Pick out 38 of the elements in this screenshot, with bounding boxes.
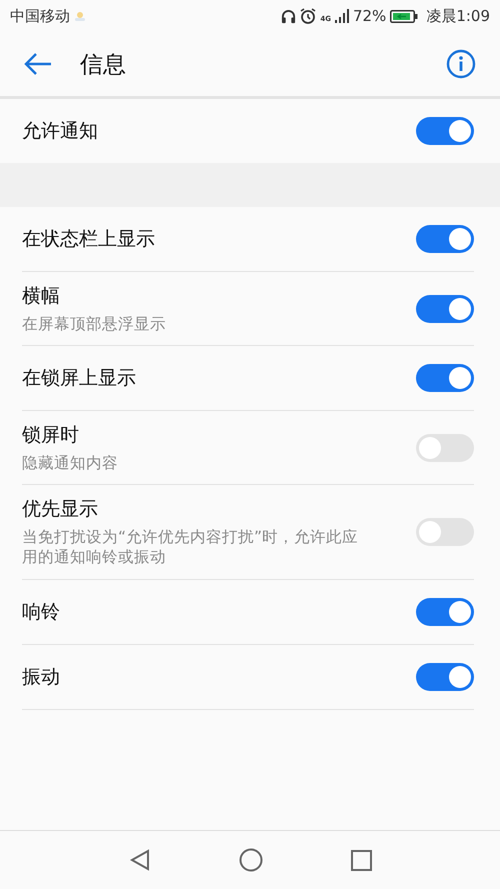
clock-time: 凌晨1:09 [426, 6, 490, 26]
battery-percent: 72% [352, 7, 386, 25]
setting-title: 横幅 [22, 284, 61, 309]
toggle-switch[interactable] [416, 434, 474, 462]
setting-title: 响铃 [22, 600, 61, 625]
toggle-switch[interactable] [416, 598, 474, 626]
toggle-switch[interactable] [416, 117, 474, 145]
back-arrow-icon [24, 52, 52, 76]
toggle-switch[interactable] [416, 294, 474, 323]
signal-icon [334, 9, 349, 23]
battery-icon [390, 10, 418, 22]
weather-icon [74, 10, 86, 22]
info-icon [446, 49, 476, 79]
back-button[interactable] [24, 52, 52, 76]
toggle-switch[interactable] [416, 518, 474, 546]
setting-description: 隐藏通知内容 [22, 453, 119, 474]
setting-title: 允许通知 [22, 119, 99, 144]
setting-title: 在状态栏上显示 [22, 227, 156, 252]
setting-description: 当免打扰设为“允许优先内容打扰”时，允许此应用的通知响铃或振动 [22, 527, 360, 568]
home-circle-icon [238, 848, 262, 872]
back-nav-button[interactable] [128, 849, 150, 871]
page-title: 信息 [80, 50, 126, 80]
toggle-switch[interactable] [416, 225, 474, 253]
setting-description: 在屏幕顶部悬浮显示 [22, 314, 167, 334]
headphones-icon [281, 8, 296, 24]
info-button[interactable] [446, 49, 476, 79]
setting-title: 锁屏时 [22, 423, 80, 448]
toggle-switch[interactable] [416, 364, 474, 392]
setting-title: 振动 [22, 664, 61, 690]
toggle-switch[interactable] [416, 662, 474, 691]
home-button[interactable] [238, 848, 262, 872]
back-triangle-icon [128, 849, 150, 871]
setting-title: 在锁屏上显示 [22, 366, 137, 392]
setting-title: 优先显示 [22, 497, 99, 522]
alarm-icon [300, 8, 316, 24]
recents-square-icon [350, 850, 372, 870]
carrier-label: 中国移动 [10, 6, 70, 26]
recents-button[interactable] [350, 850, 372, 870]
